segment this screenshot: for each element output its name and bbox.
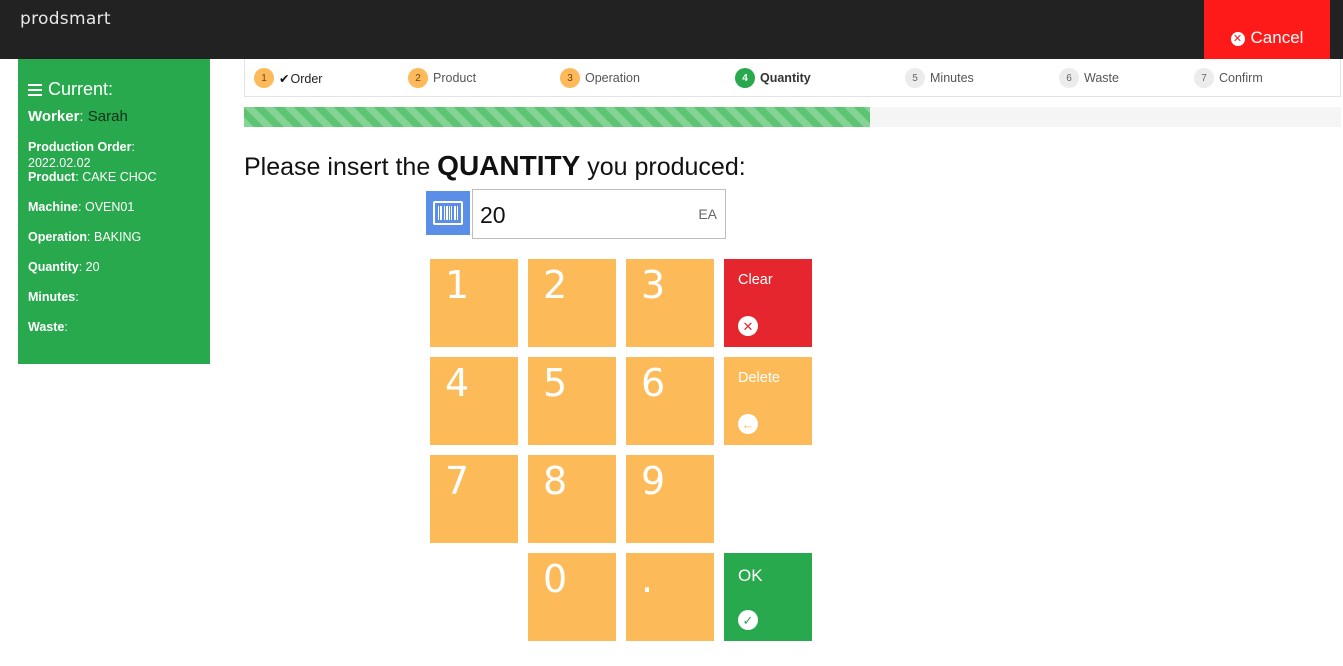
progress-fill [244,107,871,127]
step-quantity[interactable]: 4 Quantity [735,68,811,88]
barcode-scan-button[interactable] [426,191,470,235]
quantity-prompt: Please insert the QUANTITY you produced: [244,150,746,181]
key-0[interactable]: 0 [528,553,616,641]
wizard-steps: 1 ✔Order 2 Product 3 Operation 4 Quantit… [244,59,1341,97]
menu-icon [28,83,42,96]
key-4[interactable]: 4 [430,357,518,445]
key-5[interactable]: 5 [528,357,616,445]
key-8[interactable]: 8 [528,455,616,543]
quantity-unit: EA [698,206,717,222]
step-number: 6 [1059,68,1079,88]
back-arrow-icon: ← [738,414,758,434]
step-operation[interactable]: 3 Operation [560,68,640,88]
info-row-production-order: Production Order: 2022.02.02 [28,140,135,170]
app-logo: prodsmart [20,9,111,29]
step-minutes[interactable]: 5 Minutes [905,68,974,88]
top-bar: prodsmart ✕ Cancel [0,0,1343,59]
check-icon: ✔ [279,71,290,86]
step-order[interactable]: 1 ✔Order [254,68,322,88]
clear-button[interactable]: Clear ✕ [724,259,812,347]
quantity-input[interactable]: 20 EA [472,189,726,239]
key-1[interactable]: 1 [430,259,518,347]
step-confirm[interactable]: 7 Confirm [1194,68,1263,88]
info-row-machine: Machine: OVEN01 [28,200,135,214]
current-info-panel: Current: Worker: Sarah Production Order:… [18,59,210,364]
key-2[interactable]: 2 [528,259,616,347]
key-9[interactable]: 9 [626,455,714,543]
info-row-product: Product: CAKE CHOC [28,170,157,184]
info-row-minutes: Minutes: [28,290,79,304]
step-number: 5 [905,68,925,88]
barcode-icon [433,201,463,225]
progress-bar [244,107,1341,127]
step-number: 2 [408,68,428,88]
worker-row: Worker: Sarah [28,108,128,125]
check-circle-icon: ✓ [738,610,758,630]
key-decimal[interactable]: . [626,553,714,641]
info-row-waste: Waste: [28,320,68,334]
step-number: 1 [254,68,274,88]
cancel-label: Cancel [1250,28,1304,47]
key-6[interactable]: 6 [626,357,714,445]
info-row-quantity: Quantity: 20 [28,260,100,274]
panel-heading: Current: [28,79,200,100]
step-product[interactable]: 2 Product [408,68,476,88]
info-row-operation: Operation: BAKING [28,230,142,244]
delete-button[interactable]: Delete ← [724,357,812,445]
key-3[interactable]: 3 [626,259,714,347]
close-circle-icon: ✕ [1230,32,1245,46]
cancel-button[interactable]: ✕ Cancel [1204,0,1330,59]
step-number: 3 [560,68,580,88]
quantity-value: 20 [480,202,506,228]
ok-button[interactable]: OK ✓ [724,553,812,641]
step-waste[interactable]: 6 Waste [1059,68,1119,88]
clear-icon: ✕ [738,316,758,336]
key-7[interactable]: 7 [430,455,518,543]
step-number: 7 [1194,68,1214,88]
step-number: 4 [735,68,755,88]
worker-value: Sarah [87,108,128,125]
